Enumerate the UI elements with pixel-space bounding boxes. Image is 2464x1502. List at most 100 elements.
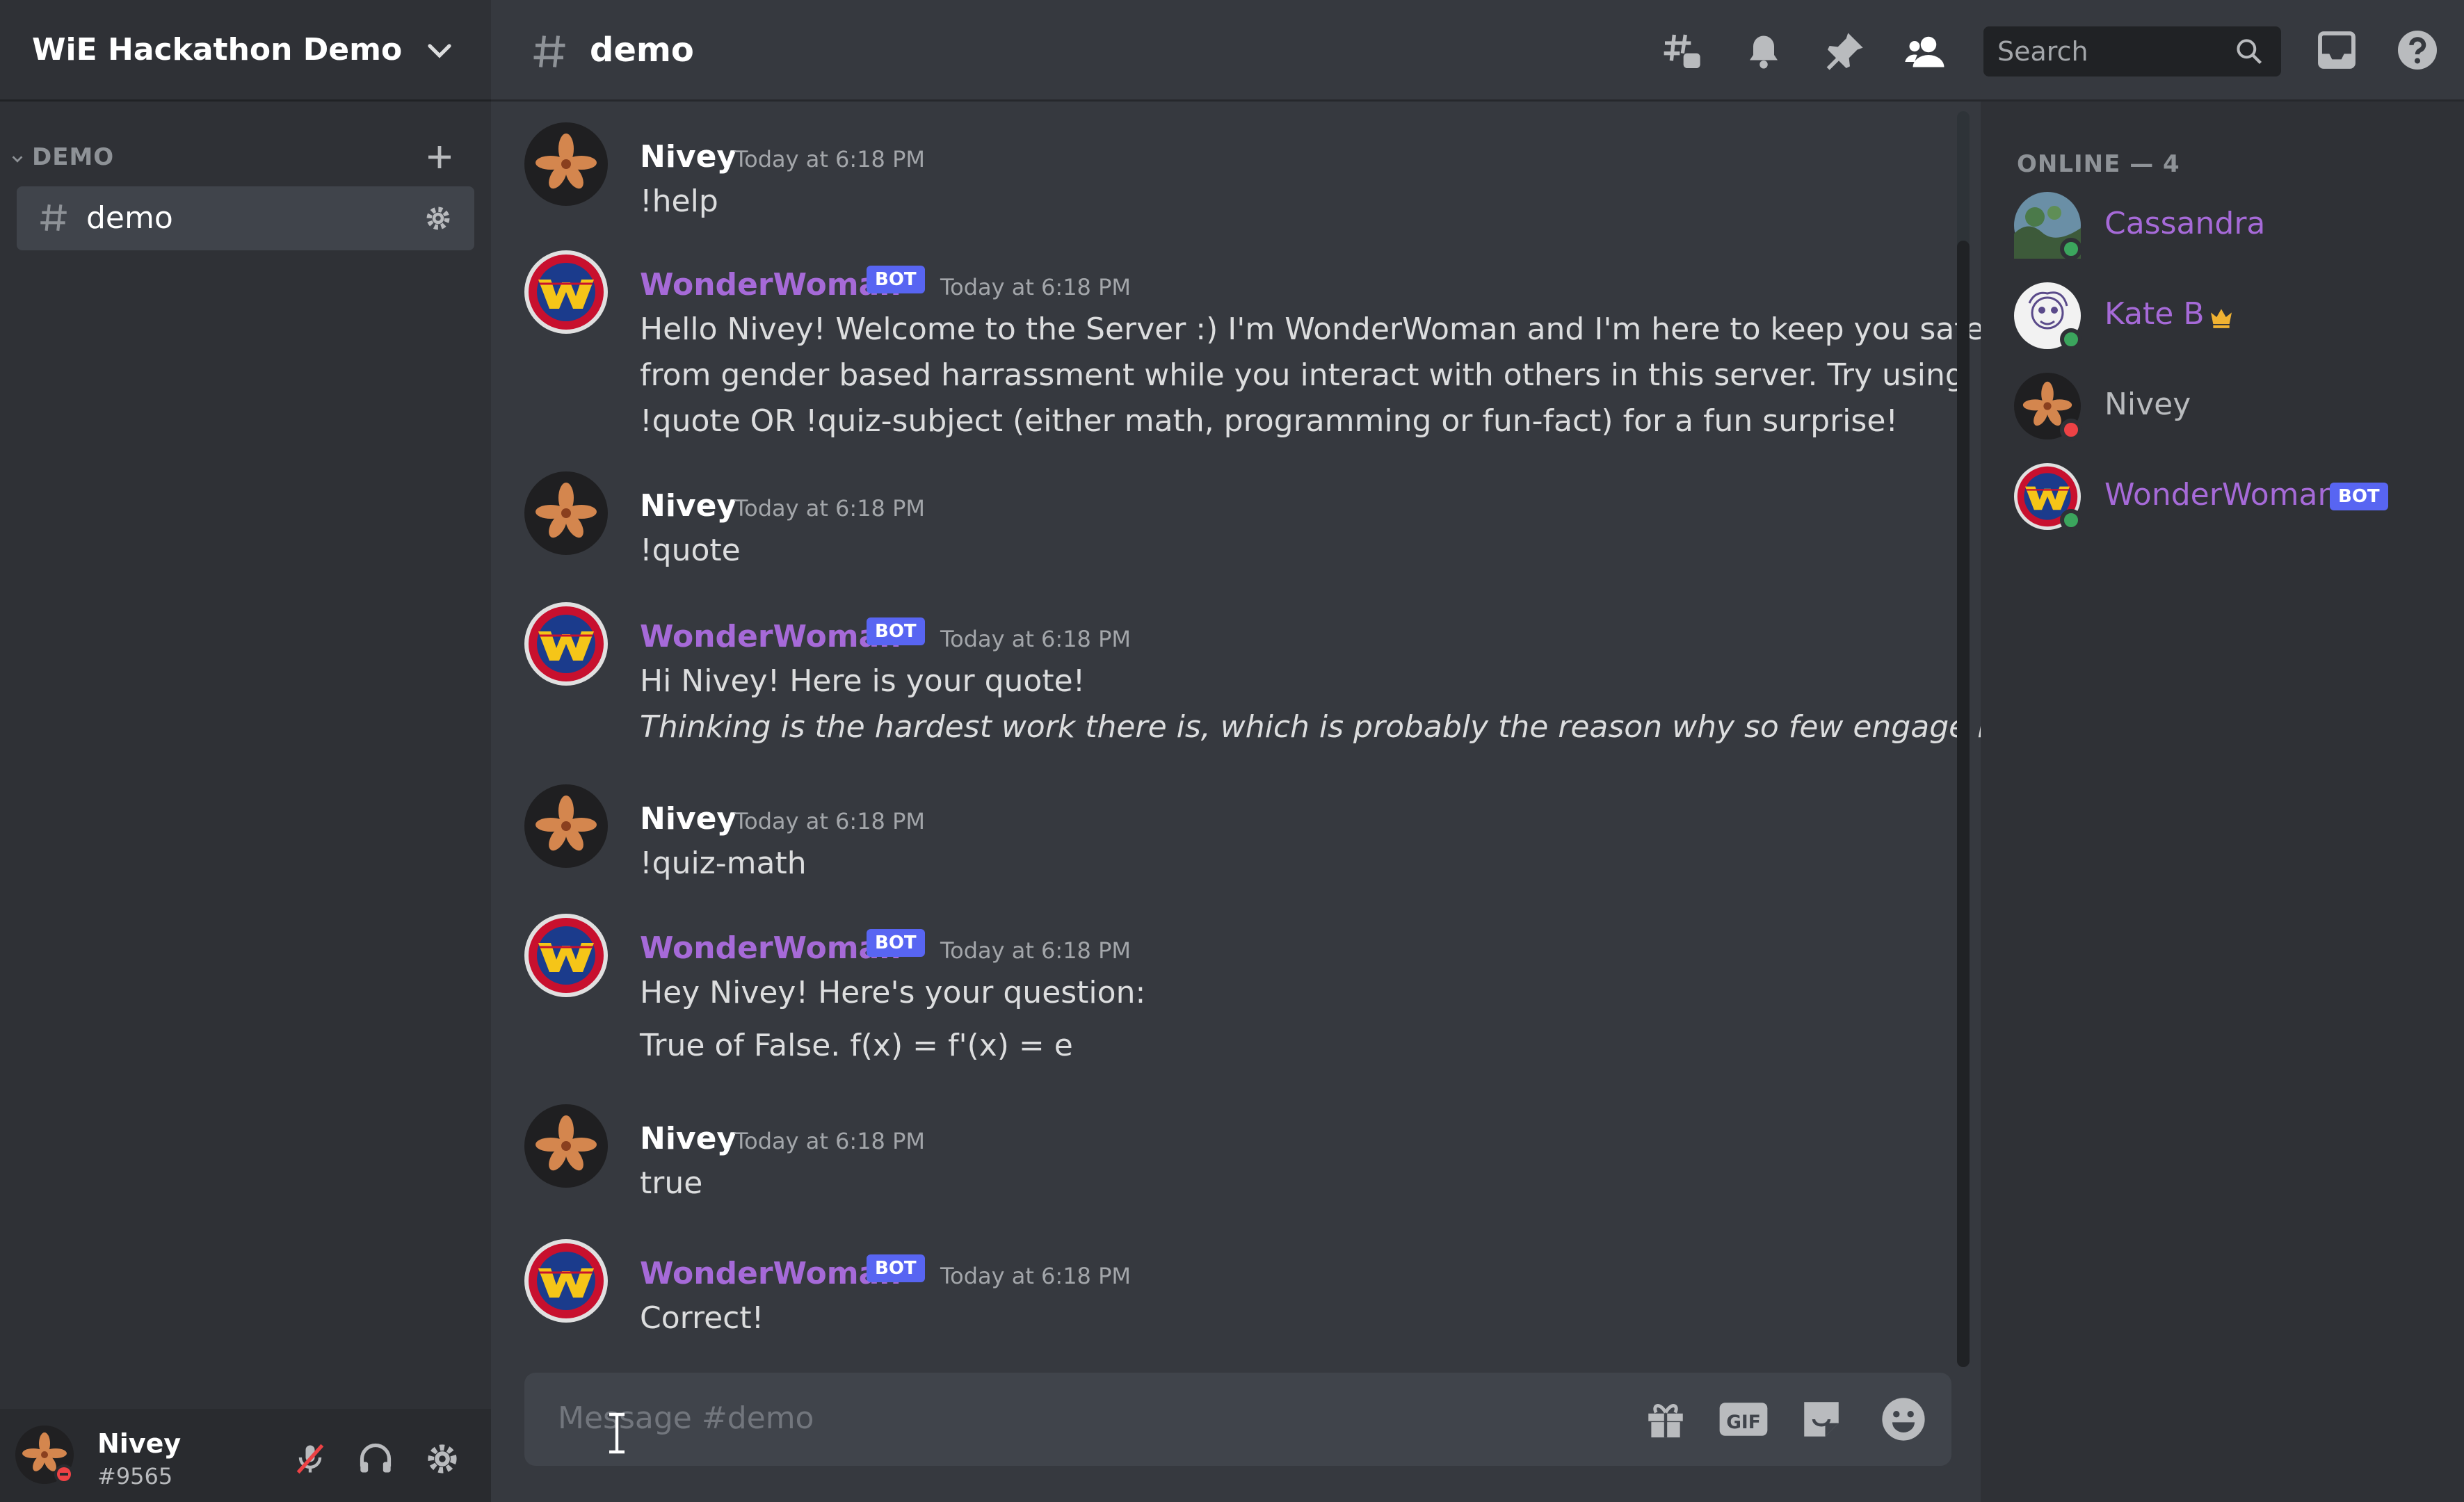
- online-status-icon: [2060, 328, 2082, 350]
- message-timestamp: Today at 6:18 PM: [734, 146, 925, 172]
- bot-badge: BOT: [867, 266, 925, 293]
- bot-badge: BOT: [867, 1254, 925, 1282]
- message-text: !quote: [640, 533, 741, 568]
- message-text: !quiz-math: [640, 846, 807, 881]
- message-author[interactable]: WonderWoman: [640, 619, 901, 654]
- message-author[interactable]: Nivey: [640, 1121, 736, 1156]
- message-author[interactable]: Nivey: [640, 139, 736, 175]
- message-text: True of False. f(x) = f'(x) = e: [640, 1028, 1073, 1063]
- sticker-icon[interactable]: [1798, 1396, 1844, 1442]
- server-header[interactable]: WiE Hackathon Demo: [0, 0, 491, 102]
- user-name: Nivey: [97, 1428, 182, 1459]
- bell-icon[interactable]: [1743, 29, 1785, 74]
- avatar[interactable]: [15, 1426, 74, 1484]
- crown-icon: [2211, 309, 2232, 328]
- microphone-muted-icon[interactable]: [292, 1441, 328, 1477]
- gif-icon[interactable]: GIF: [1718, 1396, 1769, 1442]
- message-timestamp: Today at 6:18 PM: [734, 808, 925, 834]
- gear-icon[interactable]: [424, 1441, 460, 1477]
- message-timestamp: Today at 6:18 PM: [940, 274, 1131, 300]
- scrollbar-thumb[interactable]: [1957, 241, 1970, 1367]
- emoji-icon[interactable]: [1879, 1395, 1928, 1444]
- message-timestamp: Today at 6:18 PM: [734, 1128, 925, 1154]
- message-author[interactable]: WonderWoman: [640, 930, 901, 966]
- message-group: WonderWoman BOT Today at 6:18 PM Hey Nivey!…: [491, 914, 1951, 1063]
- plus-icon[interactable]: [423, 140, 456, 174]
- message-text: true: [640, 1165, 703, 1201]
- message-author[interactable]: WonderWoman: [640, 267, 901, 302]
- message-group: Nivey Today at 6:18 PM !quiz-math: [491, 784, 1951, 881]
- member-item[interactable]: Kate B: [2014, 282, 2445, 359]
- bot-badge: BOT: [2330, 483, 2388, 510]
- message-text: Thinking is the hardest work there is, w…: [640, 709, 2045, 745]
- message-timestamp: Today at 6:18 PM: [940, 626, 1131, 652]
- bot-badge: BOT: [867, 929, 925, 957]
- user-tag: #9565: [97, 1463, 173, 1489]
- channel-item-demo[interactable]: demo: [17, 186, 474, 250]
- member-list: ONLINE — 4 Cassandra Kate B Nivey WonderWom…: [1981, 102, 2464, 1502]
- avatar[interactable]: [524, 250, 608, 334]
- headphones-icon[interactable]: [357, 1441, 394, 1477]
- user-panel: Nivey #9565: [0, 1409, 491, 1502]
- message-text: Hi Nivey! Here is your quote!: [640, 663, 1086, 699]
- channel-title: demo: [590, 31, 694, 70]
- member-item[interactable]: Cassandra: [2014, 192, 2445, 268]
- message-group: Nivey Today at 6:18 PM true: [491, 1104, 1951, 1201]
- message-author[interactable]: WonderWoman: [640, 1256, 901, 1291]
- message-group: WonderWoman BOT Today at 6:18 PM Hello Nive…: [491, 250, 1984, 439]
- message-text: Hey Nivey! Here's your question:: [640, 975, 1146, 1010]
- message-list[interactable]: Nivey Today at 6:18 PM !help WonderWoman BOT…: [491, 102, 2045, 1367]
- avatar[interactable]: [524, 914, 608, 997]
- message-timestamp: Today at 6:18 PM: [734, 495, 925, 522]
- category-label: DEMO: [32, 143, 115, 171]
- avatar[interactable]: [524, 1239, 608, 1323]
- message-group: Nivey Today at 6:18 PM !help: [491, 122, 1951, 219]
- member-item[interactable]: Nivey: [2014, 373, 2445, 449]
- message-text: from gender based harrassment while you …: [640, 357, 1965, 393]
- message-composer[interactable]: Message #demo GIF: [524, 1373, 1951, 1466]
- message-author[interactable]: Nivey: [640, 488, 736, 524]
- svg-text:GIF: GIF: [1726, 1412, 1761, 1433]
- member-item[interactable]: WonderWoman BOT: [2014, 463, 2445, 540]
- message-input[interactable]: Message #demo: [558, 1400, 814, 1436]
- member-name: Nivey: [2104, 387, 2191, 422]
- avatar[interactable]: [524, 471, 608, 555]
- channel-sidebar: WiE Hackathon Demo DEMO demo Nivey #9565: [0, 0, 491, 1502]
- avatar[interactable]: [524, 1104, 608, 1188]
- hash-icon: [533, 35, 565, 67]
- avatar[interactable]: [524, 602, 608, 686]
- online-status-icon: [2060, 238, 2082, 260]
- threads-icon[interactable]: [1659, 29, 1704, 74]
- channel-header: demo Search: [491, 0, 2464, 102]
- bot-badge: BOT: [867, 617, 925, 645]
- members-icon[interactable]: [1903, 31, 1947, 72]
- channel-label: demo: [86, 200, 173, 236]
- hash-icon: [40, 204, 67, 231]
- member-name: Kate B: [2104, 296, 2205, 332]
- text-cursor-icon: [609, 1412, 625, 1454]
- pin-icon[interactable]: [1822, 29, 1867, 74]
- message-group: WonderWoman BOT Today at 6:18 PM Hi Nivey! …: [491, 602, 2045, 745]
- gear-icon[interactable]: [423, 203, 453, 234]
- avatar[interactable]: [524, 122, 608, 206]
- message-group: Nivey Today at 6:18 PM !quote: [491, 471, 1951, 568]
- member-name: WonderWoman: [2104, 477, 2337, 512]
- chevron-down-icon[interactable]: [423, 35, 456, 68]
- category-demo[interactable]: DEMO: [0, 139, 491, 178]
- inbox-icon[interactable]: [2314, 28, 2359, 72]
- avatar[interactable]: [524, 784, 608, 868]
- online-status-icon: [2060, 509, 2082, 531]
- message-text: Correct!: [640, 1300, 764, 1336]
- chevron-down-icon: [12, 156, 23, 163]
- search-placeholder: Search: [1997, 36, 2088, 67]
- gift-icon[interactable]: [1643, 1396, 1689, 1442]
- server-name: WiE Hackathon Demo: [32, 32, 403, 67]
- member-name: Cassandra: [2104, 206, 2266, 241]
- message-timestamp: Today at 6:18 PM: [940, 937, 1131, 964]
- message-group: WonderWoman BOT Today at 6:18 PM Correct!: [491, 1239, 1951, 1336]
- help-icon[interactable]: [2395, 28, 2440, 72]
- dnd-status-icon: [2060, 419, 2082, 441]
- message-author[interactable]: Nivey: [640, 801, 736, 837]
- message-text: !help: [640, 184, 718, 219]
- search-input[interactable]: Search: [1983, 26, 2281, 76]
